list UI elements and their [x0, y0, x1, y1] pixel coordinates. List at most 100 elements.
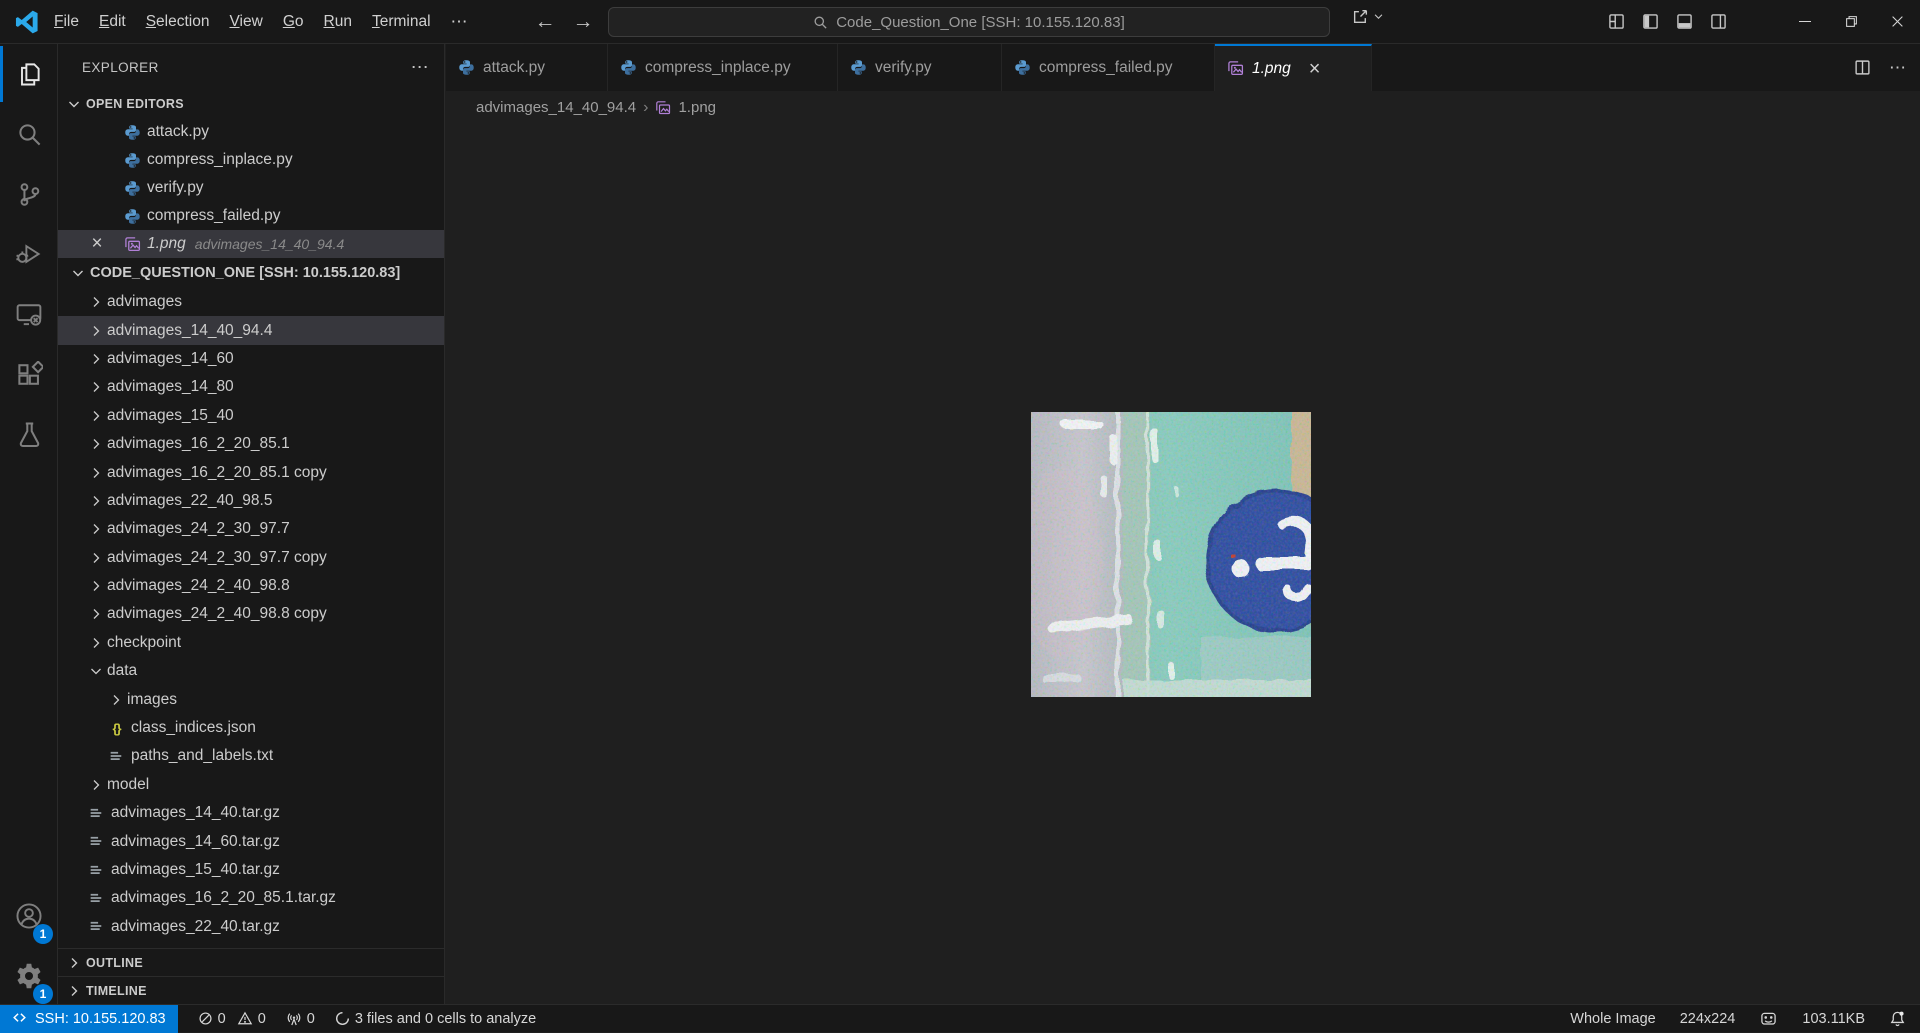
split-editor-icon[interactable] — [1854, 59, 1871, 76]
tree-item-advimages[interactable]: advimages — [58, 288, 444, 316]
command-center-search[interactable]: Code_Question_One [SSH: 10.155.120.83] — [608, 7, 1330, 37]
open-editor-attack[interactable]: attack.py — [58, 118, 444, 146]
close-editor-icon[interactable]: × — [88, 233, 106, 255]
open-editor-description: advimages_14_40_94.4 — [195, 236, 344, 252]
remote-explorer-view-icon[interactable] — [0, 284, 58, 344]
accounts-icon[interactable]: 1 — [0, 886, 58, 946]
tab-verify-py[interactable]: verify.py — [838, 44, 1002, 91]
accounts-badge: 1 — [33, 924, 53, 944]
archive-file-icon — [88, 862, 105, 879]
tree-item-advimages-16-2-20-85[interactable]: advimages_16_2_20_85.1 — [58, 430, 444, 458]
menu-terminal[interactable]: Terminal — [362, 8, 441, 36]
analysis-status[interactable]: 3 files and 0 cells to analyze — [335, 1011, 536, 1027]
run-debug-view-icon[interactable] — [0, 224, 58, 284]
python-file-icon — [850, 59, 867, 76]
open-editor-verify[interactable]: verify.py — [58, 174, 444, 202]
open-editors-header[interactable]: OPEN EDITORS — [58, 90, 444, 118]
toggle-primary-sidebar-icon[interactable] — [1642, 13, 1659, 30]
menu-go[interactable]: Go — [273, 8, 314, 36]
editor-more-actions-icon[interactable]: ⋯ — [1889, 58, 1906, 78]
problems-indicator[interactable]: 0 0 — [198, 1011, 266, 1027]
ports-indicator[interactable]: 0 — [286, 1011, 315, 1027]
open-editor-compress-failed[interactable]: compress_failed.py — [58, 202, 444, 230]
breadcrumb-folder[interactable]: advimages_14_40_94.4 — [476, 99, 636, 116]
open-window-dropdown-icon[interactable] — [1352, 8, 1384, 25]
close-window-button[interactable] — [1874, 0, 1920, 43]
tree-item-advimages-16-2-20-85-targz[interactable]: advimages_16_2_20_85.1.tar.gz — [58, 884, 444, 912]
breadcrumb-separator-icon: › — [643, 99, 648, 117]
explorer-view-icon[interactable] — [0, 44, 58, 104]
tree-item-advimages-22-40-98[interactable]: advimages_22_40_98.5 — [58, 487, 444, 515]
command-center-title: Code_Question_One [SSH: 10.155.120.83] — [836, 14, 1125, 31]
menu-edit[interactable]: Edit — [89, 8, 136, 36]
open-editor-1png[interactable]: × 1.png advimages_14_40_94.4 — [58, 230, 444, 258]
json-file-icon: {} — [108, 721, 125, 736]
settings-gear-icon[interactable]: 1 — [0, 946, 58, 1006]
tree-item-advimages-16-2-20-85-copy[interactable]: advimages_16_2_20_85.1 copy — [58, 458, 444, 486]
close-tab-icon[interactable]: × — [1309, 59, 1321, 79]
workspace-folder-header[interactable]: CODE_QUESTION_ONE [SSH: 10.155.120.83] — [58, 258, 444, 288]
menu-file[interactable]: File — [44, 8, 89, 36]
tree-item-checkpoint[interactable]: checkpoint — [58, 629, 444, 657]
notifications-bell-icon[interactable] — [1889, 1010, 1906, 1027]
tree-item-advimages-14-80[interactable]: advimages_14_80 — [58, 373, 444, 401]
python-file-icon — [458, 59, 475, 76]
toggle-panel-icon[interactable] — [1676, 13, 1693, 30]
image-preview-pane — [446, 124, 1920, 1004]
menu-selection[interactable]: Selection — [136, 8, 220, 36]
tab-1-png[interactable]: 1.png × — [1215, 44, 1372, 91]
editor-actions: ⋯ — [1854, 44, 1906, 91]
editor-group: attack.py compress_inplace.py verify.py … — [446, 44, 1920, 1004]
tree-item-model[interactable]: model — [58, 771, 444, 799]
tree-item-advimages-14-40-targz[interactable]: advimages_14_40.tar.gz — [58, 799, 444, 827]
source-control-view-icon[interactable] — [0, 164, 58, 224]
tree-item-images[interactable]: images — [58, 685, 444, 713]
search-view-icon[interactable] — [0, 104, 58, 164]
minimize-button[interactable] — [1782, 0, 1828, 43]
open-editor-compress-inplace[interactable]: compress_inplace.py — [58, 146, 444, 174]
tree-item-paths-and-labels-txt[interactable]: paths_and_labels.txt — [58, 742, 444, 770]
tab-compress-failed-py[interactable]: compress_failed.py — [1002, 44, 1215, 91]
testing-view-icon[interactable] — [0, 404, 58, 464]
extensions-view-icon[interactable] — [0, 344, 58, 404]
tab-compress-inplace-py[interactable]: compress_inplace.py — [608, 44, 838, 91]
toggle-secondary-sidebar-icon[interactable] — [1710, 13, 1727, 30]
python-file-icon — [124, 152, 141, 169]
customize-layout-icon[interactable] — [1608, 13, 1625, 30]
tree-item-class-indices-json[interactable]: {}class_indices.json — [58, 714, 444, 742]
tree-item-data[interactable]: data — [58, 657, 444, 685]
tree-item-advimages-22-40-targz[interactable]: advimages_22_40.tar.gz — [58, 913, 444, 941]
menu-more-icon[interactable]: ⋯ — [441, 12, 478, 32]
tree-item-advimages-15-40-targz[interactable]: advimages_15_40.tar.gz — [58, 856, 444, 884]
robot-icon[interactable] — [1759, 1010, 1778, 1027]
tree-item-advimages-24-2-30-97[interactable]: advimages_24_2_30_97.7 — [58, 515, 444, 543]
tree-item-advimages-24-2-30-97-copy[interactable]: advimages_24_2_30_97.7 copy — [58, 544, 444, 572]
tree-item-advimages-15-40[interactable]: advimages_15_40 — [58, 402, 444, 430]
zoom-mode-status[interactable]: Whole Image — [1570, 1011, 1655, 1027]
tree-item-advimages-24-2-40-98[interactable]: advimages_24_2_40_98.8 — [58, 572, 444, 600]
navigate-back-icon[interactable]: ← — [528, 0, 562, 43]
outline-section-header[interactable]: OUTLINE — [58, 948, 444, 976]
navigate-forward-icon[interactable]: → — [566, 0, 600, 43]
image-dimensions-status[interactable]: 224x224 — [1680, 1011, 1736, 1027]
tree-item-advimages-14-60-targz[interactable]: advimages_14_60.tar.gz — [58, 827, 444, 855]
timeline-section-header[interactable]: TIMELINE — [58, 976, 444, 1004]
activity-bar: 1 1 — [0, 44, 58, 1004]
tab-attack-py[interactable]: attack.py — [446, 44, 608, 91]
explorer-more-actions-icon[interactable]: ⋯ — [411, 57, 429, 78]
python-file-icon — [620, 59, 637, 76]
image-1png-preview[interactable] — [1031, 412, 1311, 697]
restore-button[interactable] — [1828, 0, 1874, 43]
image-file-icon — [1227, 60, 1244, 77]
file-size-status[interactable]: 103.11KB — [1802, 1011, 1865, 1027]
menu-run[interactable]: Run — [314, 8, 362, 36]
tree-item-advimages-24-2-40-98-copy[interactable]: advimages_24_2_40_98.8 copy — [58, 600, 444, 628]
tree-item-advimages-14-60[interactable]: advimages_14_60 — [58, 345, 444, 373]
python-file-icon — [124, 124, 141, 141]
status-bar: SSH: 10.155.120.83 0 0 0 3 files an — [0, 1004, 1920, 1032]
breadcrumb-file[interactable]: 1.png — [678, 99, 716, 116]
menu-view[interactable]: View — [219, 8, 272, 36]
tree-item-advimages-14-40-94[interactable]: advimages_14_40_94.4 — [58, 316, 444, 344]
remote-indicator[interactable]: SSH: 10.155.120.83 — [0, 1005, 178, 1033]
image-file-icon — [655, 100, 671, 116]
